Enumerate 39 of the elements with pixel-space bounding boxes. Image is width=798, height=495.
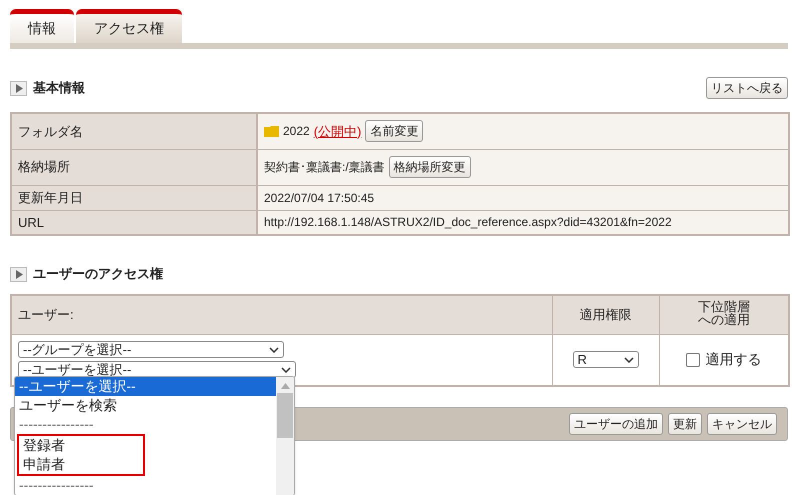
tab[interactable]: アクセス権 (76, 9, 182, 43)
separator-line: ---------------- (18, 415, 95, 434)
change-location-button[interactable]: 格納場所変更 (388, 156, 471, 178)
expand-icon[interactable] (10, 80, 27, 96)
dropdown-option[interactable]: ユーザーを検索 (15, 396, 276, 415)
field-value: 契約書･稟議書:/稟議書 (264, 159, 385, 176)
section-title: ユーザーのアクセス権 (33, 265, 163, 284)
expand-icon[interactable] (10, 266, 27, 282)
rename-button[interactable]: 名前変更 (365, 120, 424, 142)
checkbox[interactable] (686, 352, 700, 367)
field-value: http://192.168.1.148/ASTRUX2/ID_doc_reference.aspx?did=43201&fn=2022 (264, 214, 672, 232)
add-user-button[interactable]: ユーザーの追加 (569, 413, 663, 435)
field-value: 2022/07/04 17:50:45 (264, 190, 374, 206)
permission-select[interactable]: R (572, 351, 638, 368)
separator-line: ---------------- (18, 476, 95, 495)
field-label: 更新年月日 (11, 185, 257, 210)
column-header: 適用権限 (580, 307, 632, 322)
dropdown-option[interactable]: --ユーザーを選択-- (15, 377, 276, 396)
scrollbar[interactable] (276, 377, 294, 495)
field-label: 格納場所 (11, 149, 257, 185)
chevron-down-icon (269, 346, 279, 353)
field-label: フォルダ名 (11, 113, 257, 149)
dropdown-option[interactable]: 登録者 (19, 436, 143, 455)
group-select[interactable]: --グループを選択-- (18, 341, 284, 358)
field-label: URL (11, 210, 257, 235)
field-value: 2022 (283, 123, 310, 140)
tab[interactable]: 情報 (10, 9, 74, 43)
status-link[interactable]: (公開中) (314, 122, 362, 141)
chevron-down-icon (281, 366, 291, 373)
chevron-down-icon (624, 356, 634, 363)
scrollbar-thumb[interactable] (277, 393, 293, 438)
section-title: 基本情報 (33, 79, 85, 98)
dropdown-option[interactable]: 申請者 (19, 455, 143, 474)
cancel-button[interactable]: キャンセル (707, 413, 777, 435)
update-button[interactable]: 更新 (668, 413, 702, 435)
checkbox-label: 適用する (705, 350, 762, 370)
column-header: 下位階層への適用 (696, 300, 751, 326)
column-header: ユーザー: (18, 307, 74, 322)
back-to-list-button[interactable]: リストへ戻る (706, 77, 788, 99)
